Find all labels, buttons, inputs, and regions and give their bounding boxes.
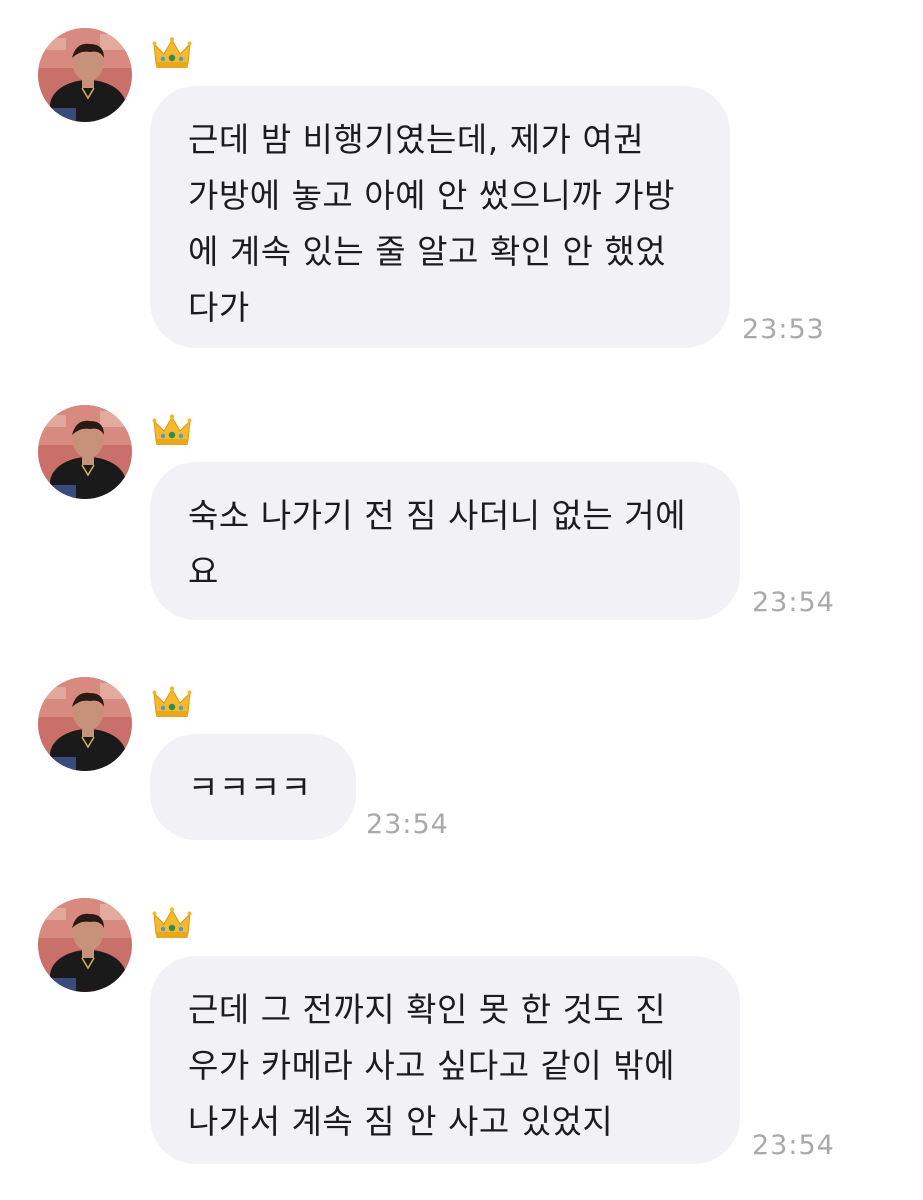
message-text-line: 근데 밤 비행기였는데, 제가 여권	[188, 120, 645, 159]
message-text-line: 나가서 계속 짐 안 사고 있었지	[188, 1102, 614, 1141]
message-text-line: 요	[188, 552, 219, 591]
message-text-line: 우가 카메라 사고 싶다고 같이 밖에	[188, 1046, 675, 1085]
message-bubble[interactable]: 근데 밤 비행기였는데, 제가 여권 가방에 놓고 아예 안 썼으니까 가방 에…	[150, 86, 730, 348]
avatar[interactable]	[38, 405, 132, 499]
crown-icon	[152, 413, 192, 447]
message-timestamp: 23:54	[366, 809, 449, 840]
message-bubble[interactable]: 숙소 나가기 전 짐 사더니 없는 거에 요	[150, 462, 740, 620]
message-text-line: ㅋㅋㅋㅋ	[188, 768, 312, 807]
crown-icon	[152, 36, 192, 70]
message-row: 근데 그 전까지 확인 못 한 것도 진 우가 카메라 사고 싶다고 같이 밖에…	[0, 898, 923, 1178]
message-row: 근데 밤 비행기였는데, 제가 여권 가방에 놓고 아예 안 썼으니까 가방 에…	[0, 28, 923, 358]
message-bubble[interactable]: 근데 그 전까지 확인 못 한 것도 진 우가 카메라 사고 싶다고 같이 밖에…	[150, 956, 740, 1164]
message-bubble[interactable]: ㅋㅋㅋㅋ	[150, 734, 356, 840]
avatar[interactable]	[38, 28, 132, 122]
message-timestamp: 23:54	[752, 1130, 835, 1161]
message-text-line: 숙소 나가기 전 짐 사더니 없는 거에	[188, 496, 686, 535]
message-row: ㅋㅋㅋㅋ 23:54	[0, 677, 923, 852]
message-timestamp: 23:53	[742, 314, 825, 345]
avatar[interactable]	[38, 677, 132, 771]
message-text-line: 가방에 놓고 아예 안 썼으니까 가방	[188, 176, 675, 215]
message-text-line: 에 계속 있는 줄 알고 확인 안 했었	[188, 232, 667, 271]
message-text-line: 다가	[188, 288, 250, 327]
avatar[interactable]	[38, 898, 132, 992]
message-timestamp: 23:54	[752, 587, 835, 618]
crown-icon	[152, 906, 192, 940]
crown-icon	[152, 685, 192, 719]
message-row: 숙소 나가기 전 짐 사더니 없는 거에 요 23:54	[0, 405, 923, 630]
message-text-line: 근데 그 전까지 확인 못 한 것도 진	[188, 990, 667, 1029]
